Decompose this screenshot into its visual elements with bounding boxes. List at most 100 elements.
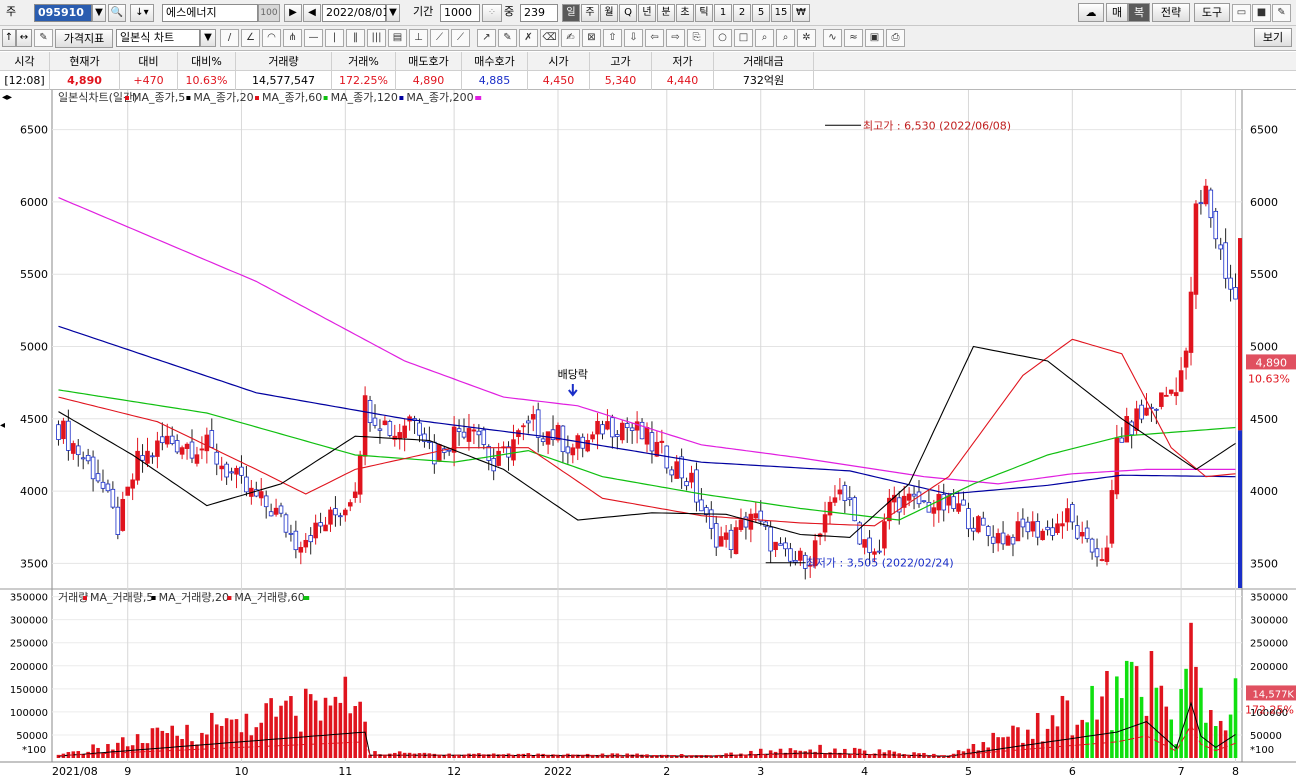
wave-tool-icon[interactable]: ∿ xyxy=(823,29,842,47)
volume-bar xyxy=(412,753,417,758)
left-tool-icon[interactable]: ⇦ xyxy=(645,29,664,47)
candle xyxy=(100,481,106,489)
count-input[interactable]: 239 xyxy=(520,4,558,22)
crop-tool-icon[interactable]: ▣ xyxy=(865,29,884,47)
edit-icon[interactable]: ✎ xyxy=(34,29,53,47)
zoom2-tool-icon[interactable]: ⌕ xyxy=(776,29,795,47)
candle xyxy=(1154,408,1159,411)
volume-bar xyxy=(274,716,278,758)
angle-tool-icon[interactable]: ∠ xyxy=(241,29,260,47)
candle xyxy=(521,425,526,428)
candle xyxy=(699,499,704,512)
interval-tab[interactable]: Q xyxy=(619,4,637,22)
cloud-icon[interactable]: ☁ xyxy=(1078,3,1104,22)
candle xyxy=(1114,437,1120,495)
interval-tab[interactable]: 일 xyxy=(562,4,580,22)
candle xyxy=(506,446,511,458)
table-tool-icon[interactable]: ▤ xyxy=(388,29,407,47)
cross-tool-icon[interactable]: ⊠ xyxy=(582,29,601,47)
candle xyxy=(911,493,917,497)
interval-tab[interactable]: 초 xyxy=(676,4,694,22)
hline-tool-icon[interactable]: — xyxy=(304,29,323,47)
grid2-tool-icon[interactable]: ||| xyxy=(367,29,386,47)
interval-tab[interactable]: 년 xyxy=(638,4,656,22)
folder-icon[interactable]: ▭ xyxy=(1232,4,1251,22)
print-tool-icon[interactable]: ⎙ xyxy=(886,29,905,47)
chart-type-select[interactable]: 일본식 차트 xyxy=(116,29,200,47)
interval-tab[interactable]: 틱 xyxy=(695,4,713,22)
right-btn-0[interactable]: 매 xyxy=(1106,3,1128,22)
view-button[interactable]: 보기 xyxy=(1254,28,1292,47)
circle-tool-icon[interactable]: ○ xyxy=(713,29,732,47)
arc-tool-icon[interactable]: ◠ xyxy=(262,29,281,47)
wrench-icon[interactable]: ✎ xyxy=(1272,4,1291,22)
wave2-tool-icon[interactable]: ≈ xyxy=(844,29,863,47)
scroll-arrows-icon: ◂▸ xyxy=(2,92,12,103)
candle xyxy=(496,450,501,466)
volume-bar xyxy=(210,712,214,758)
grid-icon[interactable]: ⁘ xyxy=(482,4,502,22)
volume-bar xyxy=(758,748,763,758)
vline-tool-icon[interactable]: | xyxy=(325,29,344,47)
prev-stock-button[interactable]: ◀ xyxy=(303,4,321,22)
eraser-tool-icon[interactable]: ⌫ xyxy=(540,29,559,47)
line-tool-icon[interactable]: / xyxy=(220,29,239,47)
trend-tool-icon[interactable]: ⟋ xyxy=(430,29,449,47)
right-btn-1[interactable]: 복 xyxy=(1128,3,1150,22)
code-dropdown-icon[interactable]: ▼ xyxy=(92,4,106,22)
candle xyxy=(1060,523,1065,527)
legend-swatch xyxy=(255,96,259,100)
interval-tab[interactable]: 5 xyxy=(752,4,770,22)
sort-icon[interactable]: ↓▾ xyxy=(130,4,154,22)
right-tool-icon[interactable]: ⇨ xyxy=(666,29,685,47)
date-dropdown-icon[interactable]: ▼ xyxy=(386,4,400,22)
ray-tool-icon[interactable]: ↗ xyxy=(477,29,496,47)
interval-tab[interactable]: ₩ xyxy=(792,4,810,22)
down-tool-icon[interactable]: ⇩ xyxy=(624,29,643,47)
volume-bar xyxy=(1011,725,1015,758)
candle xyxy=(921,500,927,503)
fan-tool-icon[interactable]: ⋔ xyxy=(283,29,302,47)
volume-bar xyxy=(857,748,862,758)
save-icon[interactable]: ■ xyxy=(1252,4,1271,22)
candle xyxy=(966,508,971,530)
trend2-tool-icon[interactable]: ⟋ xyxy=(451,29,470,47)
candle xyxy=(1055,523,1060,534)
copy-tool-icon[interactable]: ⎘ xyxy=(687,29,706,47)
stock-name-field[interactable]: 에스에너지 xyxy=(162,4,258,22)
interval-tab[interactable]: 주 xyxy=(581,4,599,22)
date-input[interactable]: 2022/08/01 xyxy=(322,4,389,22)
interval-tab[interactable]: 2 xyxy=(733,4,751,22)
interval-tab[interactable]: 1 xyxy=(714,4,732,22)
price-indicator-button[interactable]: 가격지표 xyxy=(55,29,113,48)
candle xyxy=(387,421,393,436)
note-tool-icon[interactable]: ✍ xyxy=(561,29,580,47)
expand-icon[interactable]: ↔ xyxy=(16,29,32,47)
rect-tool-icon[interactable]: □ xyxy=(734,29,753,47)
volume-bar xyxy=(1035,713,1040,758)
stock-code-input[interactable]: 095910 xyxy=(34,4,92,22)
grid-tool-icon[interactable]: ‖ xyxy=(346,29,365,47)
pen-tool-icon[interactable]: ✎ xyxy=(498,29,517,47)
up-arrow-icon[interactable]: ↑ xyxy=(2,29,16,47)
zoom-tool-icon[interactable]: ⌕ xyxy=(755,29,774,47)
up-tool-icon[interactable]: ⇧ xyxy=(603,29,622,47)
period-input[interactable]: 1000 xyxy=(440,4,480,22)
tools-button[interactable]: 도구 xyxy=(1194,3,1230,22)
chart-type-dropdown-icon[interactable]: ▼ xyxy=(200,29,216,47)
interval-tab[interactable]: 분 xyxy=(657,4,675,22)
interval-tab[interactable]: 월 xyxy=(600,4,618,22)
legend-series: MA_종가,5 xyxy=(132,91,185,104)
volume-bar xyxy=(1218,720,1223,758)
volume-bar xyxy=(1080,719,1084,758)
search-icon[interactable]: 🔍 xyxy=(108,4,126,22)
bars-tool-icon[interactable]: ⊥ xyxy=(409,29,428,47)
legend-swatch xyxy=(227,596,232,600)
candle xyxy=(877,550,882,553)
interval-tab[interactable]: 15 xyxy=(771,4,791,22)
clear-tool-icon[interactable]: ✗ xyxy=(519,29,538,47)
next-stock-button[interactable]: ▶ xyxy=(284,4,302,22)
stock-chart[interactable]: 6500 65006000 60005500 55005000 50004500 4500… xyxy=(0,90,1296,776)
star-tool-icon[interactable]: ✲ xyxy=(797,29,816,47)
strategy-button[interactable]: 전략 xyxy=(1152,3,1190,22)
